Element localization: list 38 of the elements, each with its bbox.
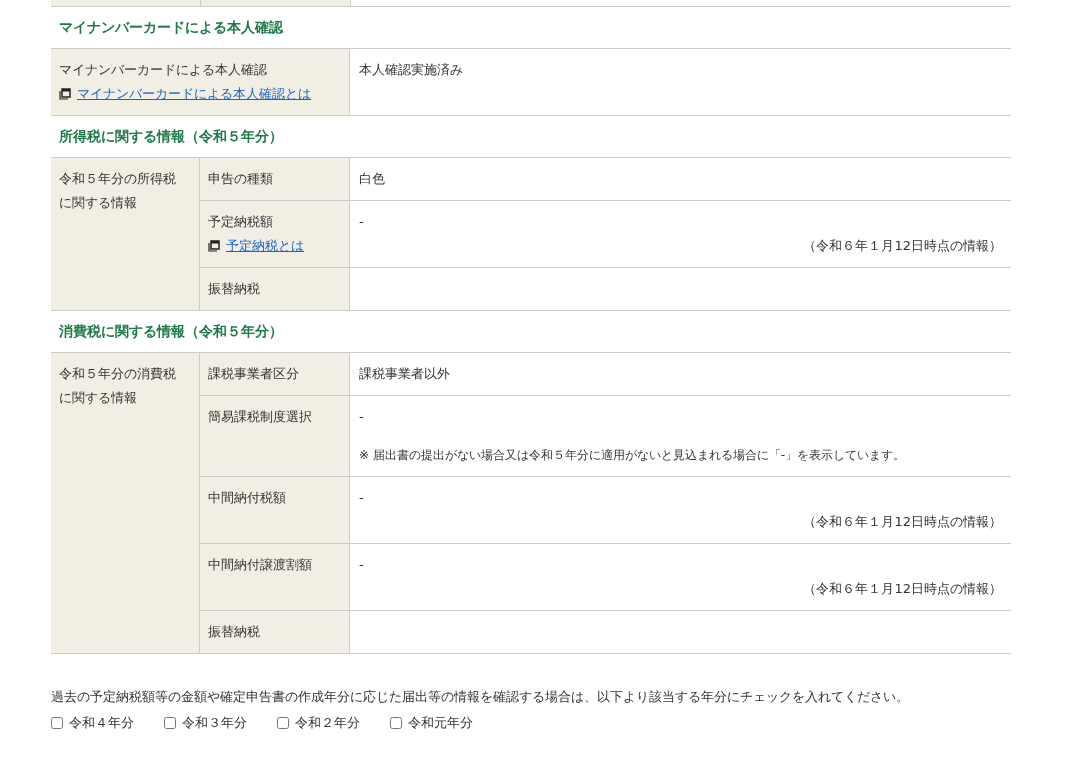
- section-heading: マイナンバーカードによる本人確認: [59, 18, 283, 37]
- value-text: -: [359, 490, 364, 505]
- value-text: -: [359, 557, 364, 572]
- help-link[interactable]: マイナンバーカードによる本人確認とは: [77, 82, 311, 106]
- row-label: 振替納税: [208, 281, 260, 296]
- year-checkbox[interactable]: 令和４年分: [51, 714, 134, 732]
- value-text: 課税事業者以外: [359, 366, 450, 381]
- row-label: 予定納税額: [208, 214, 273, 229]
- as-of-date: （令和６年１月12日時点の情報）: [803, 514, 1002, 529]
- value-text: -: [359, 214, 364, 229]
- help-link[interactable]: 予定納税とは: [226, 234, 304, 258]
- value-text: 本人確認実施済み: [359, 62, 463, 77]
- row-label: 振替納税: [208, 624, 260, 639]
- checkbox[interactable]: [164, 717, 176, 729]
- checkbox[interactable]: [51, 717, 63, 729]
- checkbox[interactable]: [390, 717, 402, 729]
- year-checkbox[interactable]: 令和２年分: [277, 714, 360, 732]
- value-text: -: [359, 409, 364, 424]
- row-label: マイナンバーカードによる本人確認: [59, 62, 267, 77]
- new-window-icon: [59, 88, 71, 100]
- year-checkbox[interactable]: 令和元年分: [390, 714, 473, 732]
- row-label: 申告の種類: [208, 171, 273, 186]
- as-of-date: （令和６年１月12日時点の情報）: [803, 581, 1002, 596]
- row-label: 中間納付税額: [208, 490, 286, 505]
- value-text: 白色: [359, 171, 385, 186]
- section-heading: 消費税に関する情報（令和５年分）: [59, 322, 283, 341]
- year-checkbox[interactable]: 令和３年分: [164, 714, 247, 732]
- group-label: 令和５年分の所得税に関する情報: [59, 170, 177, 212]
- checkbox[interactable]: [277, 717, 289, 729]
- as-of-date: （令和６年１月12日時点の情報）: [803, 238, 1002, 253]
- row-label: 課税事業者区分: [208, 366, 299, 381]
- group-label: 令和５年分の消費税に関する情報: [59, 365, 177, 407]
- note-text: ※ 届出書の提出がない場合又は令和５年分に適用がないと見込まれる場合に「-」を表示しています。: [359, 448, 906, 462]
- new-window-icon: [208, 240, 220, 252]
- section-heading: 所得税に関する情報（令和５年分）: [59, 127, 283, 146]
- row-label: 中間納付譲渡割額: [208, 557, 312, 572]
- instruction-text: 過去の予定納税額等の金額や確定申告書の作成年分に応じた届出等の情報を確認する場合は、以下より該当する年分にチェックを入れてください。: [51, 688, 910, 706]
- row-label: 簡易課税制度選択: [208, 409, 312, 424]
